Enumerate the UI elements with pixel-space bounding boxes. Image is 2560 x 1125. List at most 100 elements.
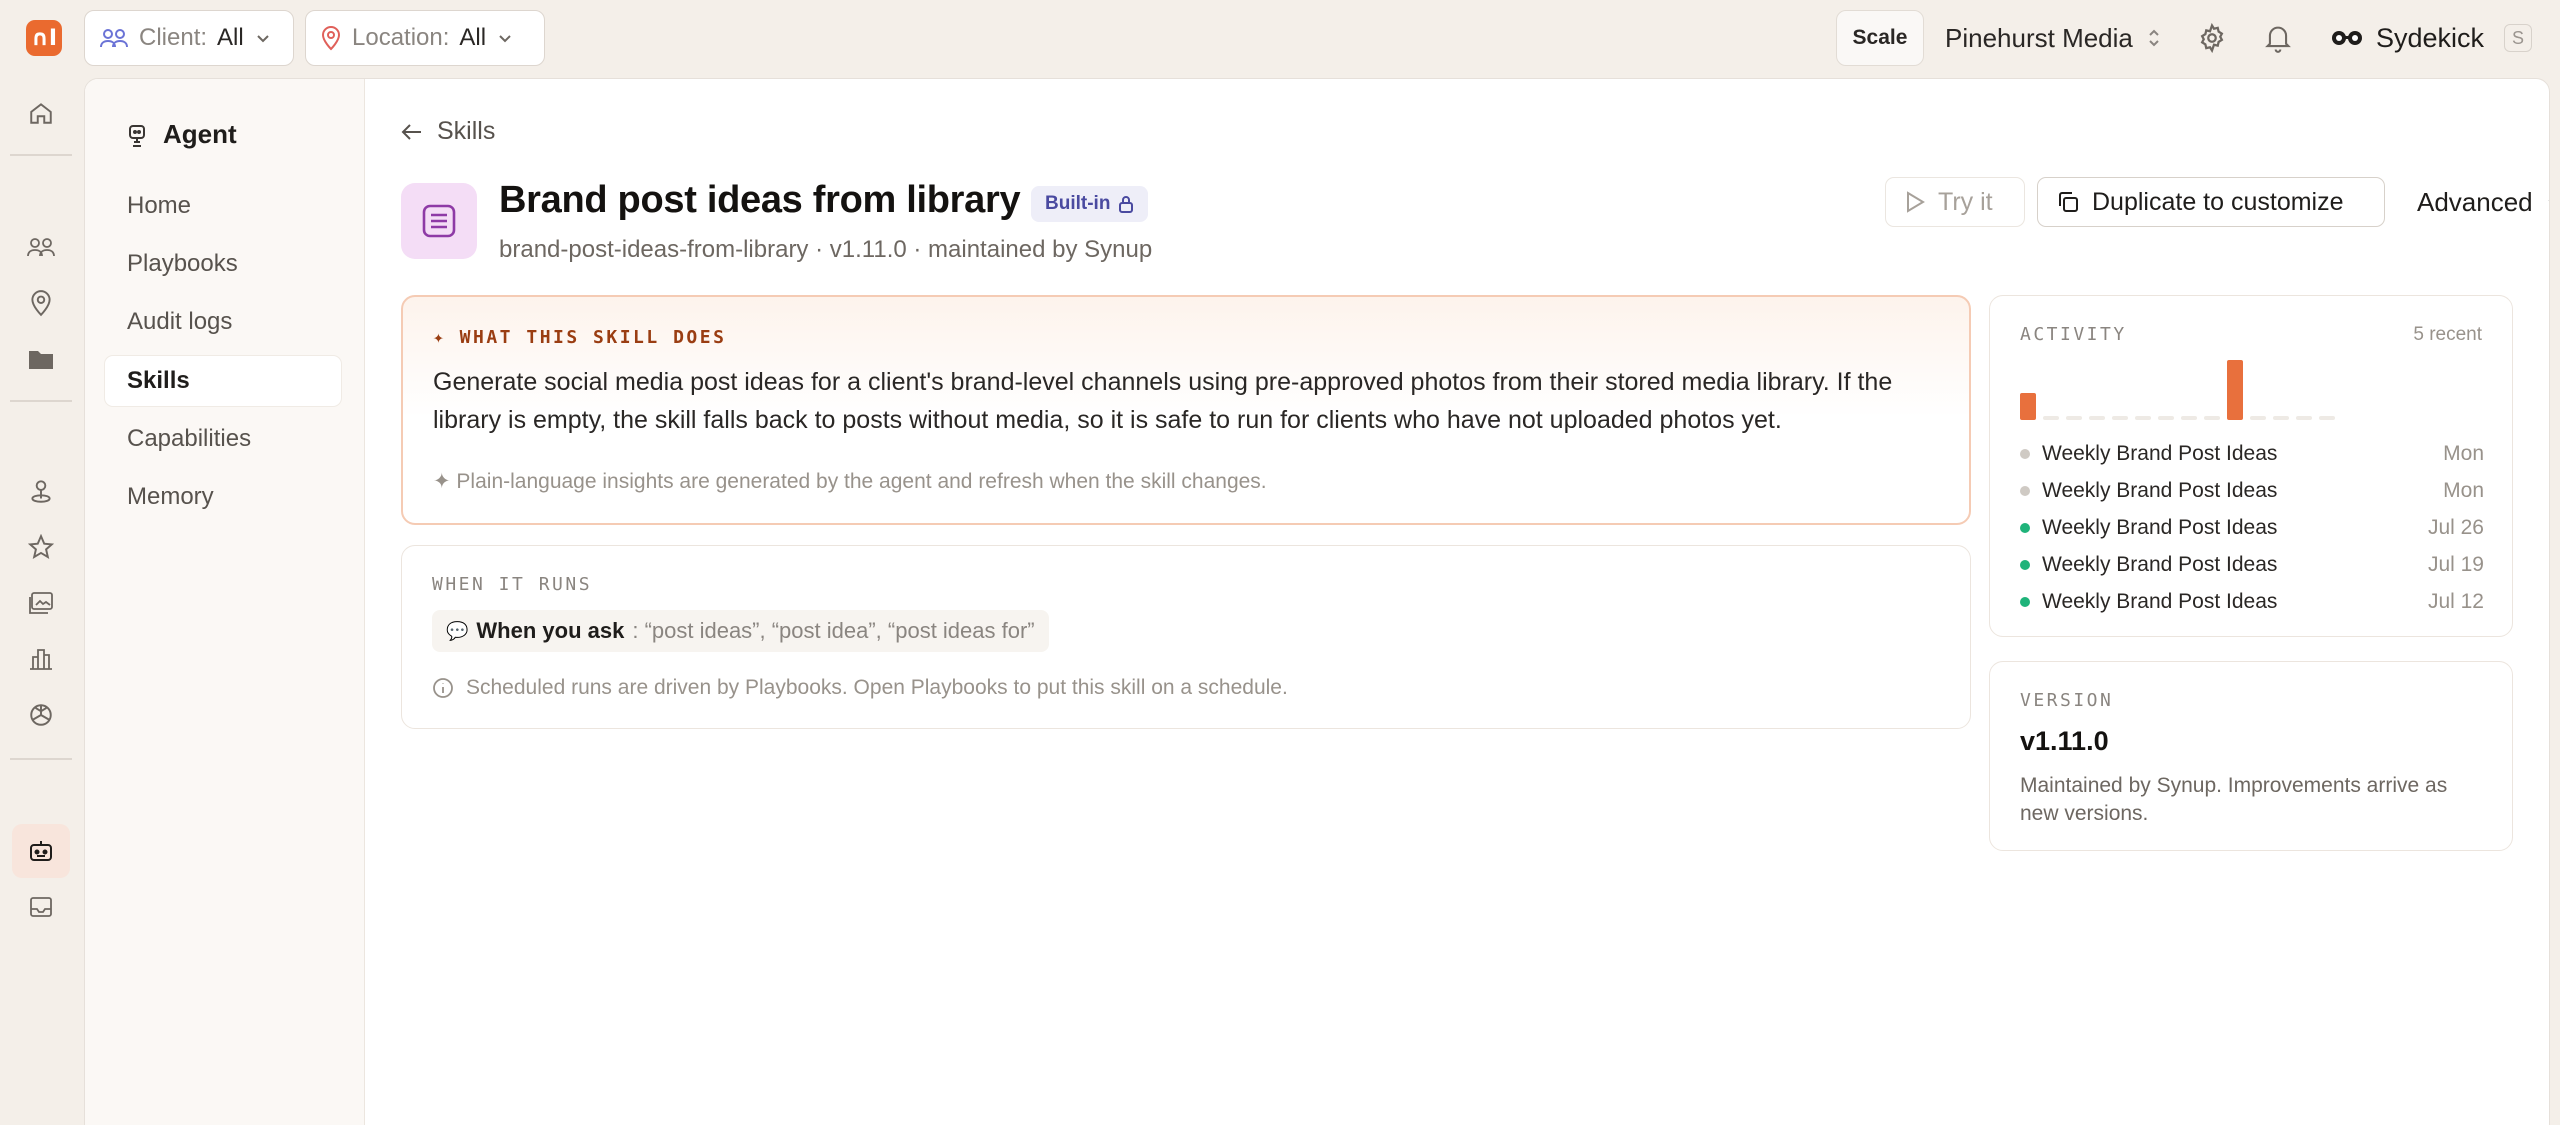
badge-label: Built-in xyxy=(1045,193,1111,214)
play-icon xyxy=(1907,191,1925,213)
activity-bar xyxy=(2181,416,2197,420)
top-bar: ∩І Client: All Location: All Scale Pineh… xyxy=(0,0,2560,78)
activity-name: Weekly Brand Post Ideas xyxy=(2042,553,2278,576)
scale-button[interactable]: Scale xyxy=(1836,10,1924,66)
sydekick-button[interactable]: Sydekick S xyxy=(2330,10,2533,66)
activity-bar xyxy=(2227,360,2243,420)
location-pin-icon xyxy=(321,26,341,51)
activity-bar xyxy=(2273,416,2289,420)
activity-date: Jul 26 xyxy=(2427,516,2484,539)
home-icon[interactable] xyxy=(22,94,60,132)
status-dot xyxy=(2020,560,2030,570)
folder-icon[interactable] xyxy=(22,340,60,378)
client-filter-value: All xyxy=(217,24,244,51)
subnav-item-playbooks[interactable]: Playbooks xyxy=(105,239,341,289)
advanced-dropdown[interactable]: Advanced xyxy=(2399,177,2549,227)
locations-pin-icon[interactable] xyxy=(22,284,60,322)
subnav-item-label: Memory xyxy=(127,483,214,510)
copy-icon xyxy=(2059,192,2078,212)
schedule-note: Scheduled runs are driven by Playbooks. … xyxy=(432,676,1288,700)
rail-divider xyxy=(10,400,72,402)
activity-bar xyxy=(2204,416,2220,420)
users-icon xyxy=(100,29,128,48)
activity-card: ACTIVITY 5 recent Weekly Brand Post Idea… xyxy=(1989,295,2513,637)
activity-sparkline xyxy=(2020,360,2335,420)
skill-detail: Skills Brand post ideas from library Bui… xyxy=(365,79,2549,1125)
org-switcher[interactable]: Pinehurst Media xyxy=(1945,10,2161,66)
activity-bar xyxy=(2250,416,2266,420)
social-images-icon[interactable] xyxy=(22,584,60,622)
trigger-phrases: : “post ideas”, “post idea”, “post ideas… xyxy=(632,618,1035,643)
inbox-icon[interactable] xyxy=(22,888,60,926)
subnav-item-label: Capabilities xyxy=(127,425,252,452)
section-heading: VERSION xyxy=(2020,690,2114,711)
subnav-item-home[interactable]: Home xyxy=(105,181,341,231)
location-filter[interactable]: Location: All xyxy=(305,10,545,66)
activity-date: Jul 19 xyxy=(2427,553,2484,576)
chevron-updown-icon xyxy=(2149,29,2159,47)
built-in-badge: Built-in xyxy=(1031,186,1149,222)
location-filter-label: Location: xyxy=(352,24,450,51)
info-icon xyxy=(433,678,453,698)
arrow-left-icon xyxy=(401,123,421,140)
subnav-item-skills[interactable]: Skills xyxy=(105,356,341,406)
listings-pin-icon[interactable] xyxy=(22,472,60,510)
try-it-button[interactable]: Try it xyxy=(1885,177,2025,227)
analytics-building-icon[interactable] xyxy=(22,640,60,678)
activity-row[interactable]: Weekly Brand Post Ideas Mon xyxy=(2020,473,2484,509)
agent-robot-icon[interactable] xyxy=(12,824,70,878)
status-dot xyxy=(2020,486,2030,496)
trigger-chip: 💬 When you ask : “post ideas”, “post ide… xyxy=(432,610,1049,652)
insights-footnote: ✦ Plain-language insights are generated … xyxy=(433,470,1267,493)
activity-bar xyxy=(2135,416,2151,420)
subnav-header: Agent xyxy=(125,119,237,150)
subnav-item-label: Audit logs xyxy=(127,308,233,335)
skill-document-icon xyxy=(401,183,477,259)
activity-row[interactable]: Weekly Brand Post Ideas Mon xyxy=(2020,436,2484,472)
reviews-star-icon[interactable] xyxy=(22,528,60,566)
notifications-bell-icon[interactable] xyxy=(2260,20,2296,56)
activity-row[interactable]: Weekly Brand Post Ideas Jul 26 xyxy=(2020,510,2484,546)
activity-bar xyxy=(2296,416,2312,420)
client-filter[interactable]: Client: All xyxy=(84,10,294,66)
status-dot xyxy=(2020,449,2030,459)
app-rail xyxy=(0,78,84,1125)
agent-head-icon xyxy=(129,124,145,147)
activity-name: Weekly Brand Post Ideas xyxy=(2042,516,2278,539)
subnav-item-label: Skills xyxy=(127,367,190,394)
page-title: Brand post ideas from library xyxy=(499,179,1021,221)
activity-bar xyxy=(2043,416,2059,420)
trigger-label: When you ask xyxy=(476,618,625,643)
back-to-skills-link[interactable]: Skills xyxy=(401,117,495,146)
version-description: Maintained by Synup. Improvements arrive… xyxy=(2020,774,2448,825)
subnav-item-label: Playbooks xyxy=(127,250,238,277)
skill-description: Generate social media post ideas for a c… xyxy=(433,368,1893,434)
schedule-note-text: Scheduled runs are driven by Playbooks. … xyxy=(466,676,1288,699)
section-heading: ✦ WHAT THIS SKILL DOES xyxy=(433,327,727,348)
rail-divider xyxy=(10,758,72,760)
clients-icon[interactable] xyxy=(22,228,60,266)
subnav-item-audit-logs[interactable]: Audit logs xyxy=(105,297,341,347)
activity-bar xyxy=(2089,416,2105,420)
status-dot xyxy=(2020,523,2030,533)
duplicate-label: Duplicate to customize xyxy=(2092,187,2344,216)
recent-count: 5 recent xyxy=(2413,324,2482,345)
subnav-item-memory[interactable]: Memory xyxy=(105,472,341,522)
ai-openai-icon[interactable] xyxy=(22,696,60,734)
rail-divider xyxy=(10,154,72,156)
synup-logo[interactable]: ∩І xyxy=(26,20,62,56)
activity-bar xyxy=(2112,416,2128,420)
location-filter-value: All xyxy=(459,24,487,51)
what-this-skill-does-card: ✦ WHAT THIS SKILL DOES Generate social m… xyxy=(401,295,1971,525)
settings-gear-icon[interactable] xyxy=(2194,20,2230,56)
activity-bar xyxy=(2319,416,2335,420)
chevron-down-icon xyxy=(499,35,511,43)
duplicate-to-customize-button[interactable]: Duplicate to customize xyxy=(2037,177,2385,227)
subnav-item-capabilities[interactable]: Capabilities xyxy=(105,414,341,464)
sydekick-glasses-icon xyxy=(2332,31,2362,45)
activity-row[interactable]: Weekly Brand Post Ideas Jul 12 xyxy=(2020,584,2484,620)
activity-name: Weekly Brand Post Ideas xyxy=(2042,479,2278,502)
subnav-item-label: Home xyxy=(127,192,192,219)
activity-bar xyxy=(2020,393,2036,420)
activity-row[interactable]: Weekly Brand Post Ideas Jul 19 xyxy=(2020,547,2484,583)
